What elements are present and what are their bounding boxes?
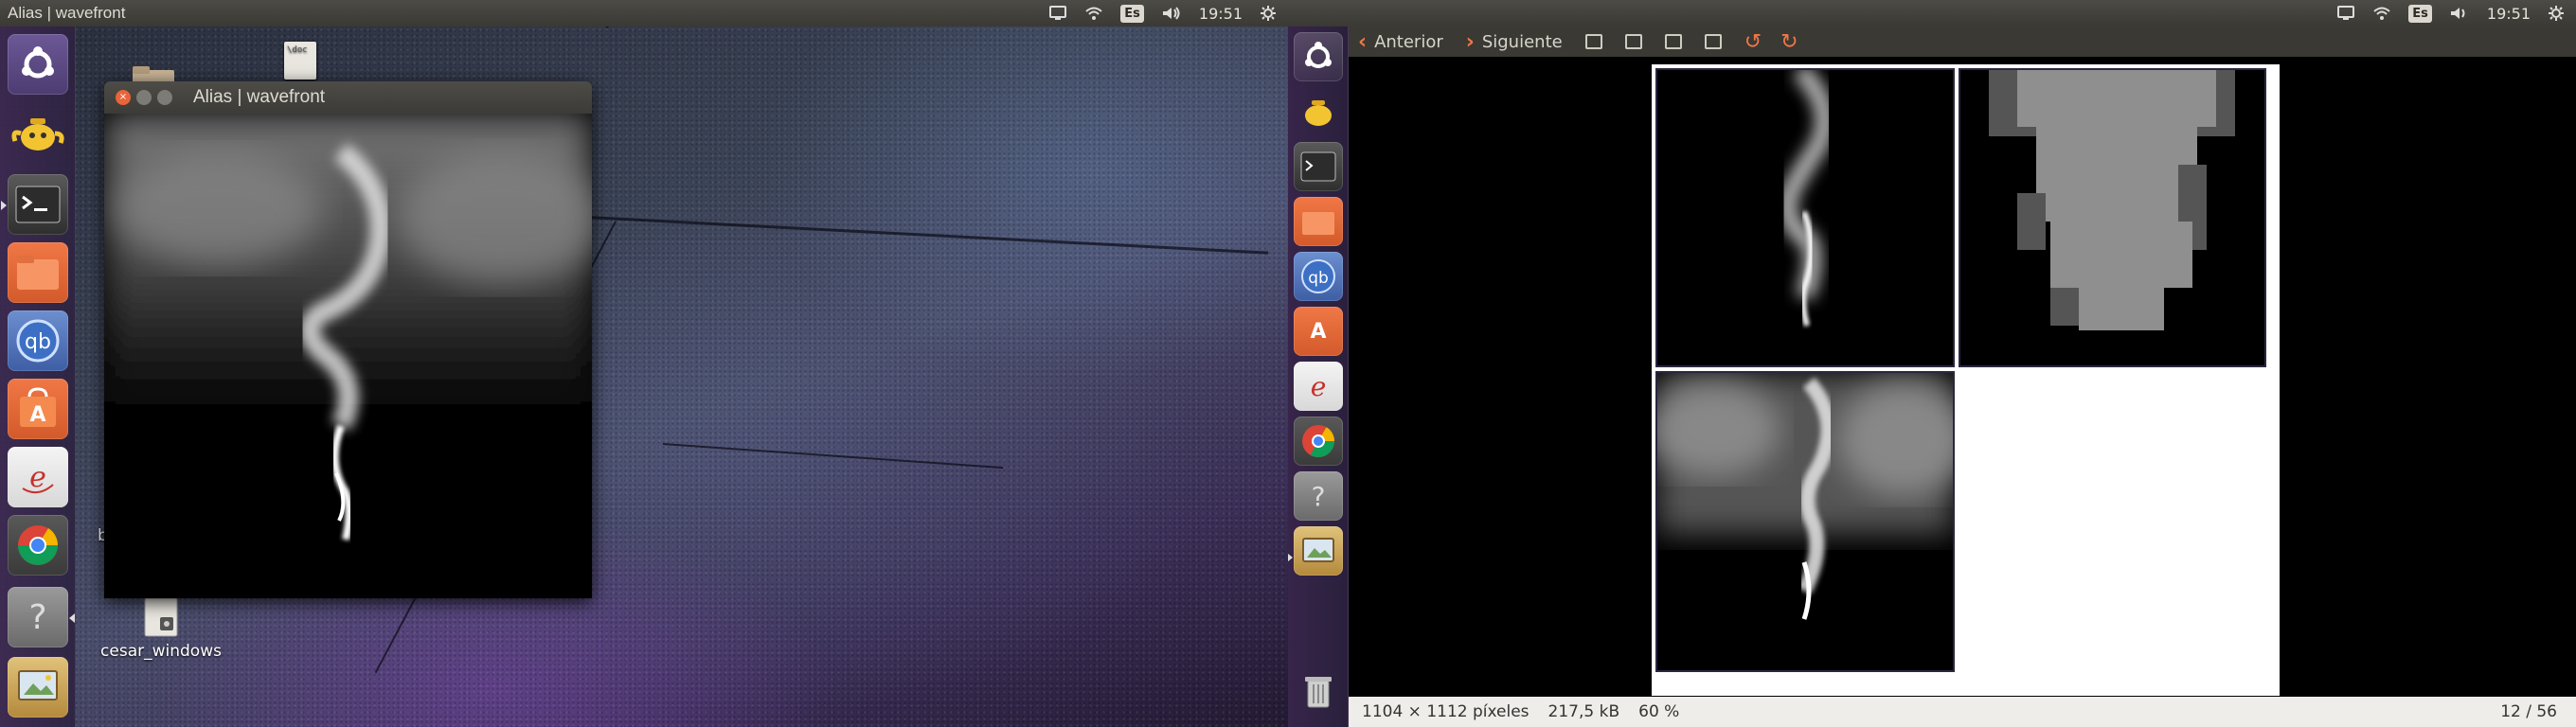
active-window-title: Alias | wavefront (8, 4, 126, 22)
files-icon[interactable] (8, 242, 68, 303)
terminal-icon[interactable] (1, 174, 68, 235)
status-bar: 1104 × 1112 píxeles 217,5 kB 60 % 12 / 5… (1349, 697, 2576, 727)
minimize-button[interactable] (136, 90, 152, 105)
image-viewer-icon[interactable] (8, 657, 68, 718)
image-panel-density-grid (1959, 68, 2266, 367)
displayed-image (1648, 62, 2280, 696)
left-screen: Alias | wavefront Es 19:51 qb A e ? \doc… (0, 0, 1288, 727)
teapot-icon[interactable] (8, 102, 68, 163)
help-icon[interactable]: ? (1294, 471, 1343, 521)
wifi-icon[interactable] (1084, 4, 1103, 23)
image-viewer-icon[interactable] (1288, 526, 1343, 576)
svg-text:e: e (29, 461, 46, 494)
emacs-icon[interactable]: e (1294, 362, 1343, 411)
maximize-button[interactable] (157, 90, 172, 105)
gear-icon[interactable] (2548, 4, 2565, 23)
top-panel-right: Es 19:51 (1288, 0, 2576, 27)
image-position: 12 / 56 (2500, 702, 2557, 721)
smoke-render-canvas[interactable] (104, 114, 592, 598)
rotate-right-icon[interactable]: ↻ (1780, 30, 1798, 54)
zoom-level: 60 % (1638, 702, 1680, 721)
next-button[interactable]: › Siguiente (1466, 30, 1563, 54)
drive-icon (144, 597, 178, 637)
display-icon[interactable] (2336, 4, 2355, 23)
close-button[interactable]: × (116, 90, 131, 105)
window-title: Alias | wavefront (193, 87, 326, 107)
qbittorrent-icon[interactable]: qb (1294, 252, 1343, 301)
clock[interactable]: 19:51 (1199, 4, 1243, 23)
previous-button[interactable]: ‹ Anterior (1358, 30, 1443, 54)
volume-icon[interactable] (2449, 4, 2470, 23)
viewer-toolbar: ‹ Anterior › Siguiente ↺ ↻ (1349, 27, 2576, 57)
launcher-right: qb A e ? (1288, 27, 1349, 727)
launcher: qb A e ? (0, 27, 76, 727)
chrome-icon[interactable] (8, 515, 68, 576)
image-file-size: 217,5 kB (1547, 702, 1620, 721)
top-panel: Alias | wavefront Es 19:51 (0, 0, 1288, 27)
emacs-icon[interactable]: e (8, 447, 68, 507)
zoom-normal-icon[interactable] (1704, 34, 1722, 49)
zoom-out-icon[interactable] (1624, 34, 1642, 49)
trash-icon[interactable] (1294, 666, 1343, 716)
image-panel-smoke-bottom (1648, 371, 1970, 672)
window-titlebar[interactable]: × Alias | wavefront (104, 81, 592, 114)
svg-text:qb: qb (1308, 269, 1329, 288)
svg-text:qb: qb (25, 330, 51, 354)
right-screen: Es 19:51 qb A e ? ‹ Anterior › Siguiente… (1288, 0, 2576, 727)
desktop-icon-label: cesar_windows (100, 642, 222, 661)
display-icon[interactable] (1048, 4, 1067, 23)
chrome-icon[interactable] (1294, 417, 1343, 466)
qbittorrent-icon[interactable]: qb (8, 310, 68, 371)
zoom-in-icon[interactable] (1584, 34, 1602, 49)
ubuntu-dash-icon[interactable] (8, 34, 68, 95)
teapot-icon[interactable] (1294, 87, 1343, 136)
keyboard-layout-indicator[interactable]: Es (2408, 4, 2432, 23)
wavefront-window[interactable]: × Alias | wavefront (104, 81, 592, 598)
keyboard-layout-indicator[interactable]: Es (1120, 4, 1144, 23)
image-panel-smoke-top (1655, 62, 1955, 367)
desktop-file-icon[interactable]: \doc (284, 42, 316, 80)
rotate-left-icon[interactable]: ↺ (1744, 30, 1762, 54)
software-center-icon[interactable]: A (8, 379, 68, 439)
gear-icon[interactable] (1260, 4, 1277, 23)
image-dimensions: 1104 × 1112 píxeles (1362, 702, 1530, 721)
zoom-fit-icon[interactable] (1664, 34, 1682, 49)
ubuntu-dash-icon[interactable] (1294, 32, 1343, 81)
chevron-right-icon: › (1465, 29, 1475, 54)
desktop-icon-cesar-windows[interactable]: cesar_windows (95, 596, 227, 661)
help-icon[interactable]: ? (8, 587, 75, 647)
chevron-left-icon: ‹ (1358, 29, 1368, 54)
wifi-icon[interactable] (2372, 4, 2391, 23)
volume-icon[interactable] (1161, 4, 1182, 23)
clock[interactable]: 19:51 (2487, 4, 2531, 23)
image-view[interactable] (1349, 57, 2576, 697)
software-center-icon[interactable]: A (1294, 307, 1343, 356)
files-icon[interactable] (1294, 197, 1343, 246)
svg-text:A: A (29, 403, 45, 427)
terminal-icon[interactable] (1294, 142, 1343, 191)
